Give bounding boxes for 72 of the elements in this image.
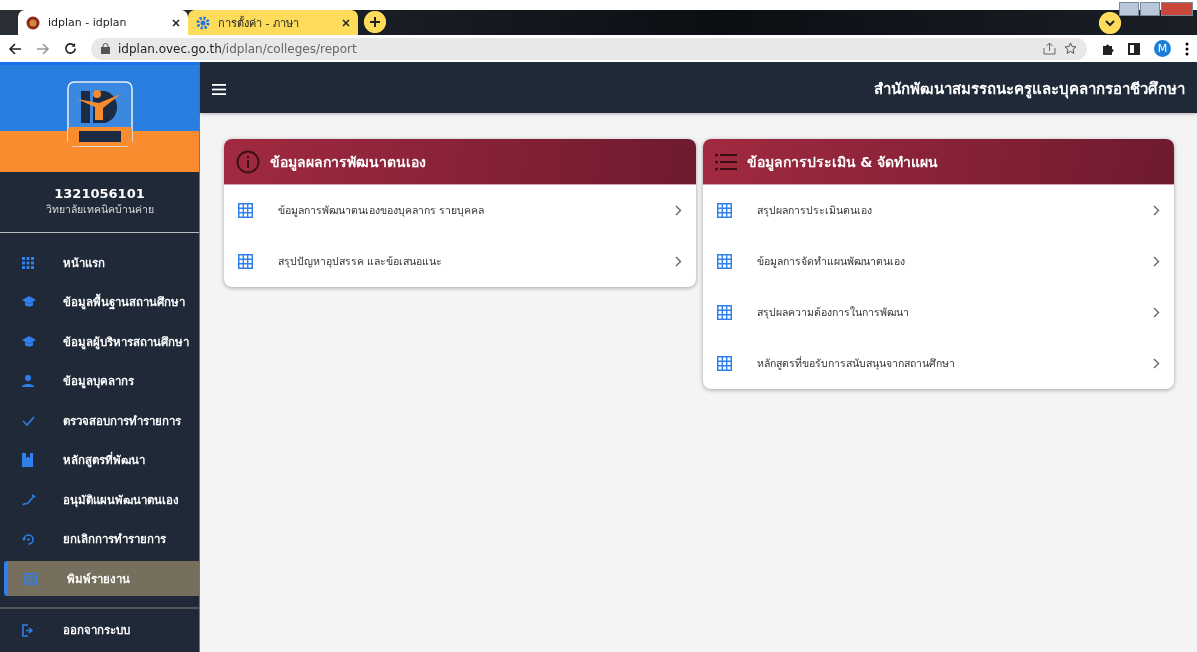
menu-row[interactable]: สรุปผลการประเมินตนเอง bbox=[702, 185, 1174, 236]
forward-icon[interactable] bbox=[36, 41, 50, 56]
row-label: หลักสูตรที่ขอรับการสนับสนุนจากสถานศึกษา bbox=[756, 355, 956, 372]
row-label: สรุปผลการประเมินตนเอง bbox=[756, 203, 873, 219]
card-title: ข้อมูลผลการพัฒนาตนเอง bbox=[270, 152, 426, 173]
chevron-right-icon bbox=[1153, 205, 1160, 216]
table-icon bbox=[716, 254, 732, 269]
restore-icon bbox=[22, 532, 35, 546]
menu-row[interactable]: สรุปปัญหาอุปสรรค และข้อเสนอแนะ bbox=[224, 236, 696, 287]
more-icon[interactable] bbox=[1185, 41, 1189, 56]
nav-item[interactable]: ยกเลิกการทำรายการ bbox=[4, 521, 199, 557]
table-icon bbox=[716, 305, 732, 320]
pen-icon bbox=[22, 493, 36, 506]
table-icon bbox=[716, 203, 732, 218]
nav-item[interactable]: ข้อมูลผู้บริหารสถานศึกษา bbox=[4, 324, 199, 359]
menu-row[interactable]: ข้อมูลการพัฒนาตนเองของบุคลากร รายบุคคล bbox=[224, 185, 696, 236]
list-icon bbox=[714, 152, 737, 171]
emblem-icon bbox=[26, 15, 40, 30]
exit-icon bbox=[22, 623, 34, 637]
row-label: ข้อมูลการพัฒนาตนเองของบุคลากร รายบุคคล bbox=[278, 203, 486, 219]
info-icon bbox=[236, 149, 260, 174]
nav-item[interactable]: ข้อมูลพื้นฐานสถานศึกษา bbox=[4, 284, 199, 320]
graduation-cap-icon bbox=[22, 335, 36, 348]
url-text: idplan.ovec.go.th/idplan/colleges/report bbox=[118, 41, 357, 56]
menu-row[interactable]: หลักสูตรที่ขอรับการสนับสนุนจากสถานศึกษา bbox=[702, 338, 1174, 389]
nav-item[interactable]: หลักสูตรที่พัฒนา bbox=[4, 442, 199, 478]
chevron-right-icon bbox=[1153, 307, 1160, 318]
graduation-cap-icon bbox=[22, 296, 36, 308]
share-icon[interactable] bbox=[1043, 42, 1056, 55]
nav-item[interactable]: อนุมัติแผนพัฒนาตนเอง bbox=[4, 482, 199, 517]
checkmark-icon bbox=[22, 415, 35, 426]
table-icon bbox=[716, 356, 732, 371]
row-label: ข้อมูลการจัดทำแผนพัฒนาตนเอง bbox=[756, 254, 906, 270]
book-icon bbox=[22, 453, 33, 467]
school-name: วิทยาลัยเทคนิคบ้านค่าย bbox=[45, 202, 154, 218]
settings-icon bbox=[196, 15, 210, 30]
chevron-right-icon bbox=[1153, 358, 1160, 369]
chevron-right-icon bbox=[674, 256, 682, 267]
user-code: 1321056101 bbox=[54, 186, 145, 202]
nav-item[interactable]: หน้าแรก bbox=[4, 245, 199, 280]
puzzle-icon[interactable] bbox=[1101, 42, 1114, 55]
nav-item[interactable]: ข้อมูลบุคลากร bbox=[4, 363, 199, 399]
chevron-right-icon bbox=[674, 205, 682, 216]
close-icon[interactable] bbox=[172, 18, 180, 27]
close-icon[interactable] bbox=[342, 18, 350, 27]
logout-item[interactable]: ออกจากระบบ bbox=[4, 612, 199, 648]
table-icon bbox=[238, 254, 253, 269]
profile-avatar[interactable]: M bbox=[1154, 40, 1171, 57]
nav-item[interactable]: พิมพ์รายงาน bbox=[4, 561, 199, 596]
grid-icon bbox=[22, 256, 34, 269]
chevron-right-icon bbox=[1153, 256, 1160, 267]
table-icon bbox=[238, 203, 253, 218]
new-tab-icon[interactable] bbox=[364, 11, 386, 33]
header-title: สำนักพัฒนาสมรรถนะครูและบุคลากรอาชีวศึกษา bbox=[874, 79, 1185, 101]
reload-icon[interactable] bbox=[64, 42, 77, 55]
lock-icon bbox=[101, 43, 110, 54]
menu-icon[interactable] bbox=[212, 83, 226, 95]
nav-item[interactable]: ตรวจสอบการทำรายการ bbox=[4, 403, 199, 438]
row-label: สรุปปัญหาอุปสรรค และข้อเสนอแนะ bbox=[278, 254, 444, 270]
address-bar[interactable]: idplan.ovec.go.th/idplan/colleges/report bbox=[91, 37, 1087, 60]
browser-tab[interactable]: การตั้งค่า - ภาษา bbox=[188, 10, 358, 35]
star-icon[interactable] bbox=[1064, 42, 1077, 55]
side-panel-icon[interactable] bbox=[1128, 42, 1140, 55]
back-icon[interactable] bbox=[8, 41, 22, 56]
person-icon bbox=[22, 375, 34, 387]
report-icon bbox=[24, 572, 38, 585]
row-label: สรุปผลความต้องการในการพัฒนา bbox=[756, 305, 910, 321]
menu-row[interactable]: ข้อมูลการจัดทำแผนพัฒนาตนเอง bbox=[702, 236, 1174, 287]
card-title: ข้อมูลการประเมิน & จัดทำแผน bbox=[746, 152, 939, 173]
menu-row[interactable]: สรุปผลความต้องการในการพัฒนา bbox=[702, 287, 1174, 338]
browser-tab[interactable]: idplan - idplan bbox=[18, 10, 188, 35]
chevron-down-icon[interactable] bbox=[1099, 12, 1121, 34]
